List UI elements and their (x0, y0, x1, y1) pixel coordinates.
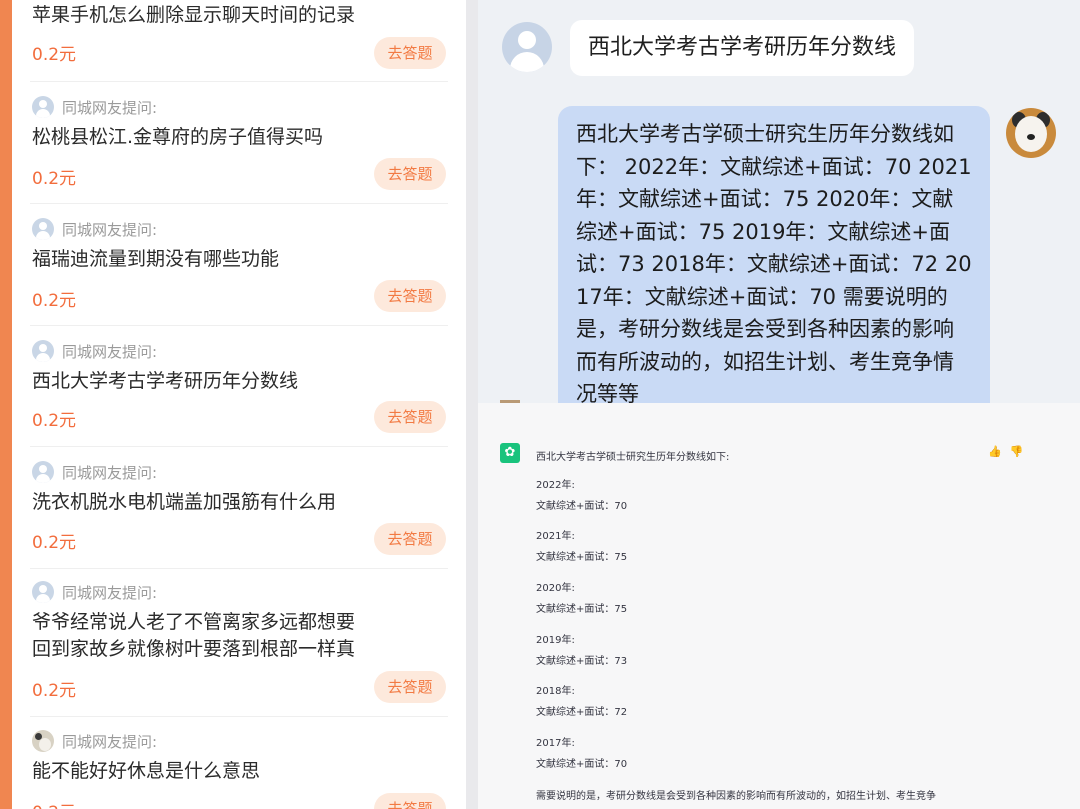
entry-year: 2017年: (536, 738, 575, 749)
list-item[interactable]: 同城网友提问: 福瑞迪流量到期没有哪些功能 0.2元 去答题 (12, 204, 466, 326)
asker-row: 同城网友提问: (32, 581, 157, 603)
answer-button[interactable]: 去答题 (374, 523, 446, 555)
list-item[interactable]: 同城网友提问: 能不能好好休息是什么意思 0.2元 去答题 (12, 717, 466, 809)
asker-label: 同城网友提问: (62, 583, 158, 602)
question-list-panel: 苹果手机怎么删除显示聊天时间的记录 0.2元 去答题 同城网友提问: 松桃县松江… (0, 0, 478, 809)
feedback-actions: 👍 👎 (988, 445, 1023, 458)
user-avatar-icon (32, 581, 54, 603)
entry-score: 文献综述+面试：75 (536, 604, 628, 615)
asker-row: 同城网友提问: (32, 730, 157, 752)
question-text: 西北大学考古学考研历年分数线 (32, 370, 299, 392)
reward-price: 0.2元 (32, 681, 77, 701)
asker-label: 同城网友提问: (62, 463, 158, 482)
panel-edge (466, 0, 478, 809)
bot-reply-bubble: 西北大学考古学硕士研究生历年分数线如下： 2022年：文献综述+面试：70 20… (558, 106, 990, 403)
entry-year: 2021年: (536, 531, 575, 542)
asker-row: 同城网友提问: (32, 218, 157, 240)
entry-score: 文献综述+面试：70 (536, 759, 628, 770)
answer-intro: 西北大学考古学硕士研究生历年分数线如下: (536, 452, 730, 463)
score-entry: 2022年: 文献综述+面试：70 (536, 479, 627, 514)
entry-score: 文献综述+面试：72 (536, 707, 628, 718)
entry-year: 2022年: (536, 480, 575, 491)
user-avatar-icon (32, 730, 54, 752)
user-avatar-icon (32, 218, 54, 240)
asker-label: 同城网友提问: (62, 342, 158, 361)
thumbs-down-icon[interactable]: 👎 (1010, 445, 1024, 458)
chatgpt-answer-panel: ✿ 西北大学考古学硕士研究生历年分数线如下: 👍 👎 2022年: 文献综述+面… (478, 403, 1080, 809)
asker-label: 同城网友提问: (62, 732, 158, 751)
score-entry: 2019年: 文献综述+面试：73 (536, 634, 627, 669)
asker-label: 同城网友提问: (62, 220, 158, 239)
entry-year: 2019年: (536, 635, 575, 646)
answer-button[interactable]: 去答题 (374, 401, 446, 433)
user-message-bubble: 西北大学考古学考研历年分数线 (570, 20, 915, 76)
entry-score: 文献综述+面试：70 (536, 501, 628, 512)
dog-nose-icon (1027, 134, 1035, 140)
answer-note: 需要说明的是，考研分数线是会受到各种因素的影响而有所波动的，如招生计划、考生竞争 (536, 791, 936, 802)
answer-button[interactable]: 去答题 (374, 158, 446, 190)
thumbs-up-icon[interactable]: 👍 (988, 445, 1002, 458)
score-entry: 2021年: 文献综述+面试：75 (536, 530, 627, 565)
reward-price: 0.2元 (32, 533, 77, 553)
entry-year: 2020年: (536, 583, 575, 594)
list-item[interactable]: 同城网友提问: 洗衣机脱水电机端盖加强筋有什么用 0.2元 去答题 (12, 447, 466, 569)
reward-price: 0.2元 (32, 45, 77, 65)
score-entry: 2018年: 文献综述+面试：72 (536, 685, 627, 720)
answer-button[interactable]: 去答题 (374, 793, 446, 809)
question-text: 苹果手机怎么删除显示聊天时间的记录 (32, 4, 356, 26)
answer-button[interactable]: 去答题 (374, 280, 446, 312)
question-list: 苹果手机怎么删除显示聊天时间的记录 0.2元 去答题 同城网友提问: 松桃县松江… (12, 0, 466, 809)
user-avatar-icon (32, 96, 54, 118)
reward-price: 0.2元 (32, 291, 77, 311)
answer-button[interactable]: 去答题 (374, 671, 446, 703)
score-entry: 2020年: 文献综述+面试：75 (536, 582, 627, 617)
list-item[interactable]: 同城网友提问: 爷爷经常说人老了不管离家多远都想要回到家故乡就像树叶要落到根部一… (12, 569, 466, 717)
asker-row: 同城网友提问: (32, 340, 157, 362)
reward-price: 0.2元 (32, 169, 77, 189)
question-text: 洗衣机脱水电机端盖加强筋有什么用 (32, 491, 337, 513)
bot-avatar-icon (1006, 108, 1056, 158)
chat-panel: 西北大学考古学考研历年分数线 西北大学考古学硕士研究生历年分数线如下： 2022… (478, 0, 1080, 403)
entry-score: 文献综述+面试：73 (536, 656, 628, 667)
asker-row: 同城网友提问: (32, 461, 157, 483)
question-text: 福瑞迪流量到期没有哪些功能 (32, 248, 280, 270)
entry-score: 文献综述+面试：75 (536, 552, 628, 563)
list-item[interactable]: 同城网友提问: 西北大学考古学考研历年分数线 0.2元 去答题 (12, 326, 466, 447)
openai-logo-icon: ✿ (500, 443, 520, 463)
user-avatar-icon (32, 340, 54, 362)
question-text: 能不能好好休息是什么意思 (32, 760, 261, 782)
reward-price: 0.2元 (32, 411, 77, 431)
question-text: 爷爷经常说人老了不管离家多远都想要回到家故乡就像树叶要落到根部一样真 (32, 611, 356, 660)
question-text: 松桃县松江.金尊府的房子值得买吗 (32, 126, 324, 148)
list-item[interactable]: 苹果手机怎么删除显示聊天时间的记录 0.2元 去答题 (12, 0, 466, 82)
user-avatar-icon (502, 22, 552, 72)
user-avatar-icon (32, 461, 54, 483)
asker-label: 同城网友提问: (62, 98, 158, 117)
reward-price: 0.2元 (32, 798, 76, 809)
answer-button[interactable]: 去答题 (374, 37, 446, 69)
list-item[interactable]: 同城网友提问: 松桃县松江.金尊府的房子值得买吗 0.2元 去答题 (12, 82, 466, 204)
asker-row: 同城网友提问: (32, 96, 157, 118)
score-entry: 2017年: 文献综述+面试：70 (536, 737, 627, 772)
entry-year: 2018年: (536, 686, 575, 697)
